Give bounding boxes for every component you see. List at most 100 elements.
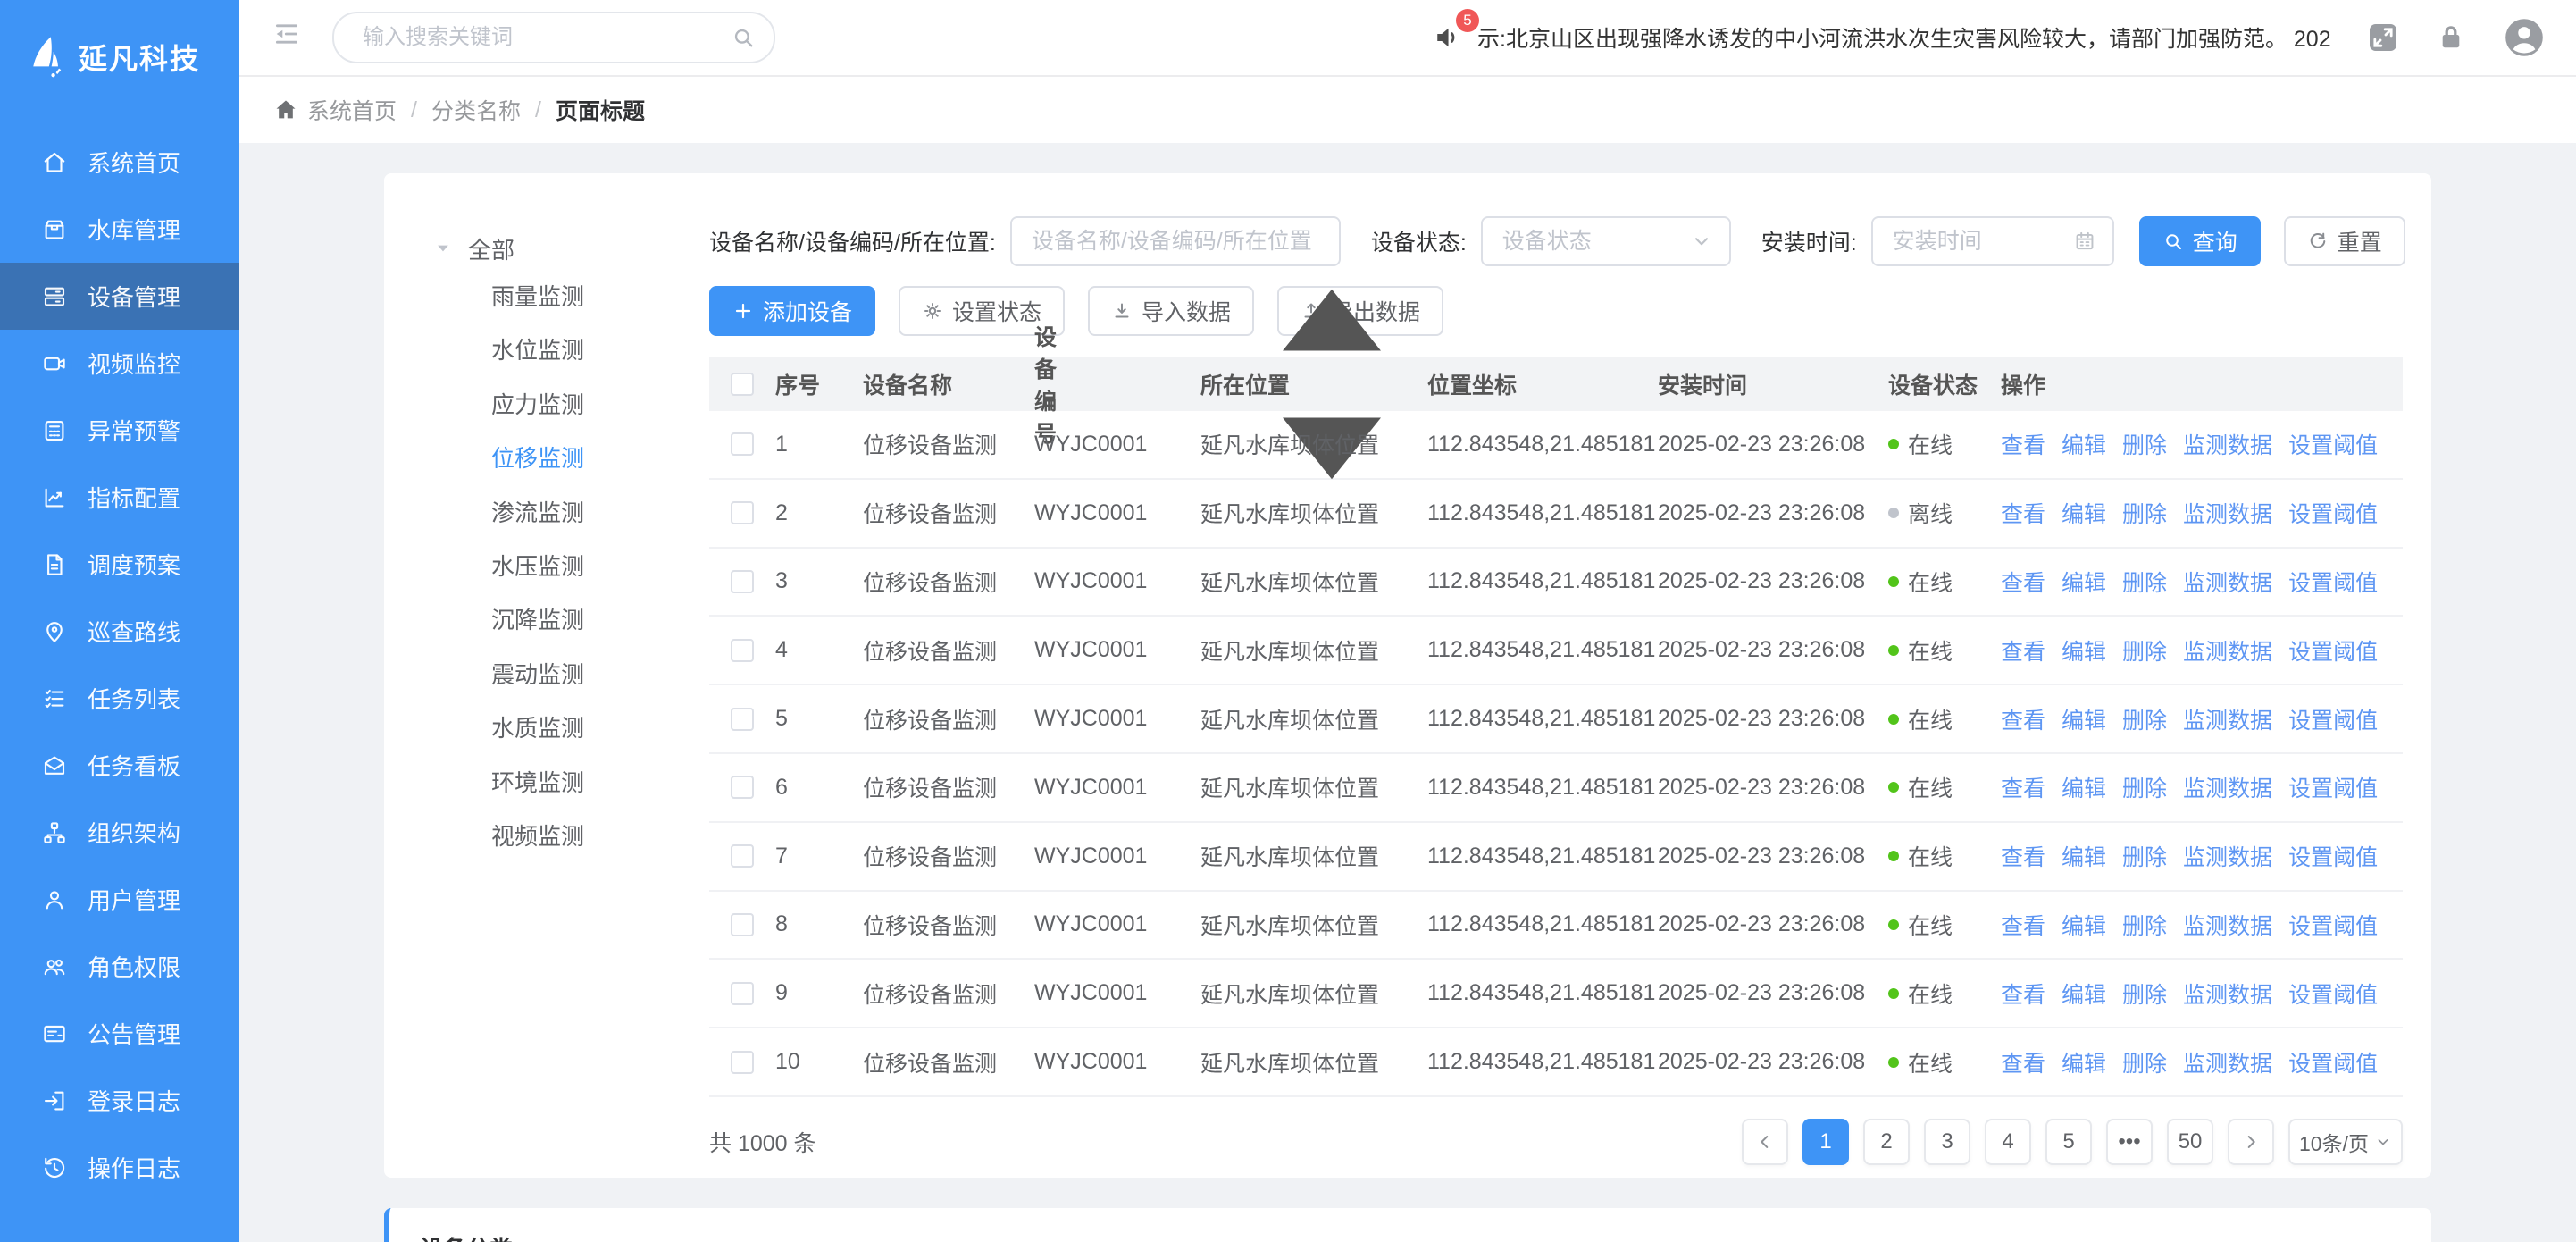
- edit-link[interactable]: 编辑: [2062, 497, 2106, 529]
- view-link[interactable]: 查看: [2001, 1046, 2045, 1078]
- delete-link[interactable]: 删除: [2122, 703, 2167, 735]
- view-link[interactable]: 查看: [2001, 634, 2045, 667]
- announcement-button[interactable]: 5: [1433, 21, 1465, 54]
- global-search[interactable]: [332, 12, 775, 63]
- row-checkbox[interactable]: [731, 639, 754, 662]
- set-threshold-link[interactable]: 设置阈值: [2288, 634, 2378, 667]
- page-button-50[interactable]: 50: [2167, 1119, 2213, 1165]
- tree-item[interactable]: 沉降监测: [409, 593, 709, 647]
- sidebar-item-device[interactable]: 设备管理: [0, 263, 239, 330]
- row-checkbox[interactable]: [731, 432, 754, 456]
- row-checkbox[interactable]: [731, 776, 754, 799]
- tree-item[interactable]: 水压监测: [409, 540, 709, 593]
- tree-item[interactable]: 水位监测: [409, 323, 709, 377]
- monitor-data-link[interactable]: 监测数据: [2183, 428, 2272, 460]
- view-link[interactable]: 查看: [2001, 703, 2045, 735]
- row-checkbox[interactable]: [731, 570, 754, 593]
- delete-link[interactable]: 删除: [2122, 771, 2167, 803]
- delete-link[interactable]: 删除: [2122, 634, 2167, 667]
- row-checkbox[interactable]: [731, 1051, 754, 1074]
- set-threshold-link[interactable]: 设置阈值: [2288, 703, 2378, 735]
- tree-item[interactable]: 渗流监测: [409, 486, 709, 540]
- tree-item[interactable]: 位移监测: [409, 432, 709, 485]
- install-time-picker[interactable]: [1871, 216, 2114, 266]
- reset-button[interactable]: 重置: [2284, 216, 2405, 266]
- monitor-data-link[interactable]: 监测数据: [2183, 497, 2272, 529]
- monitor-data-link[interactable]: 监测数据: [2183, 771, 2272, 803]
- tree-item[interactable]: 环境监测: [409, 756, 709, 810]
- monitor-data-link[interactable]: 监测数据: [2183, 978, 2272, 1010]
- sidebar-item-home[interactable]: 系统首页: [0, 129, 239, 196]
- edit-link[interactable]: 编辑: [2062, 566, 2106, 598]
- sidebar-item-notice[interactable]: 公告管理: [0, 1000, 239, 1067]
- view-link[interactable]: 查看: [2001, 497, 2045, 529]
- tree-item[interactable]: 应力监测: [409, 378, 709, 432]
- sidebar-item-user[interactable]: 用户管理: [0, 866, 239, 933]
- delete-link[interactable]: 删除: [2122, 978, 2167, 1010]
- set-threshold-link[interactable]: 设置阈值: [2288, 978, 2378, 1010]
- select-all-checkbox[interactable]: [731, 373, 754, 396]
- edit-link[interactable]: 编辑: [2062, 909, 2106, 941]
- monitor-data-link[interactable]: 监测数据: [2183, 1046, 2272, 1078]
- page-button-4[interactable]: 4: [1985, 1119, 2031, 1165]
- lock-screen-icon[interactable]: [2435, 21, 2467, 54]
- edit-link[interactable]: 编辑: [2062, 840, 2106, 872]
- delete-link[interactable]: 删除: [2122, 428, 2167, 460]
- row-checkbox[interactable]: [731, 982, 754, 1005]
- delete-link[interactable]: 删除: [2122, 909, 2167, 941]
- page-button-1[interactable]: 1: [1802, 1119, 1849, 1165]
- edit-link[interactable]: 编辑: [2062, 771, 2106, 803]
- sidebar-item-loginlog[interactable]: 登录日志: [0, 1067, 239, 1134]
- row-checkbox[interactable]: [731, 501, 754, 524]
- monitor-data-link[interactable]: 监测数据: [2183, 703, 2272, 735]
- monitor-data-link[interactable]: 监测数据: [2183, 840, 2272, 872]
- view-link[interactable]: 查看: [2001, 909, 2045, 941]
- set-threshold-link[interactable]: 设置阈值: [2288, 497, 2378, 529]
- add-device-button[interactable]: 添加设备: [709, 286, 875, 336]
- set-threshold-link[interactable]: 设置阈值: [2288, 428, 2378, 460]
- breadcrumb-category[interactable]: 分类名称: [431, 94, 521, 126]
- view-link[interactable]: 查看: [2001, 978, 2045, 1010]
- monitor-data-link[interactable]: 监测数据: [2183, 909, 2272, 941]
- tree-item[interactable]: 雨量监测: [409, 270, 709, 323]
- global-search-input[interactable]: [359, 23, 731, 52]
- set-threshold-link[interactable]: 设置阈值: [2288, 566, 2378, 598]
- monitor-data-link[interactable]: 监测数据: [2183, 566, 2272, 598]
- fullscreen-icon[interactable]: [2365, 20, 2401, 55]
- edit-link[interactable]: 编辑: [2062, 978, 2106, 1010]
- edit-link[interactable]: 编辑: [2062, 1046, 2106, 1078]
- page-button-5[interactable]: 5: [2045, 1119, 2092, 1165]
- breadcrumb-home[interactable]: 系统首页: [307, 94, 397, 126]
- next-page-button[interactable]: [2228, 1119, 2274, 1165]
- row-checkbox[interactable]: [731, 913, 754, 936]
- sidebar-item-tasklist[interactable]: 任务列表: [0, 665, 239, 732]
- set-threshold-link[interactable]: 设置阈值: [2288, 771, 2378, 803]
- sidebar-item-plan[interactable]: 调度预案: [0, 531, 239, 598]
- sidebar-item-alarm[interactable]: 异常预警: [0, 397, 239, 464]
- sidebar-item-reservoir[interactable]: 水库管理: [0, 196, 239, 263]
- edit-link[interactable]: 编辑: [2062, 703, 2106, 735]
- page-button-3[interactable]: 3: [1924, 1119, 1970, 1165]
- set-threshold-link[interactable]: 设置阈值: [2288, 909, 2378, 941]
- more-pages-button[interactable]: •••: [2106, 1119, 2153, 1165]
- row-checkbox[interactable]: [731, 708, 754, 731]
- edit-link[interactable]: 编辑: [2062, 428, 2106, 460]
- delete-link[interactable]: 删除: [2122, 1046, 2167, 1078]
- view-link[interactable]: 查看: [2001, 428, 2045, 460]
- user-avatar[interactable]: [2501, 14, 2547, 61]
- tree-item[interactable]: 视频监测: [409, 810, 709, 863]
- tree-item[interactable]: 震动监测: [409, 648, 709, 701]
- sidebar-item-metric[interactable]: 指标配置: [0, 464, 239, 531]
- delete-link[interactable]: 删除: [2122, 566, 2167, 598]
- search-button[interactable]: 查询: [2139, 216, 2261, 266]
- row-checkbox[interactable]: [731, 844, 754, 868]
- page-size-select[interactable]: 10条/页: [2288, 1119, 2403, 1165]
- prev-page-button[interactable]: [1742, 1119, 1788, 1165]
- sidebar-item-role[interactable]: 角色权限: [0, 933, 239, 1000]
- monitor-data-link[interactable]: 监测数据: [2183, 634, 2272, 667]
- caret-down-icon[interactable]: [434, 239, 452, 257]
- view-link[interactable]: 查看: [2001, 771, 2045, 803]
- search-icon[interactable]: [731, 25, 756, 50]
- view-link[interactable]: 查看: [2001, 566, 2045, 598]
- collapse-sidebar-button[interactable]: [272, 19, 302, 56]
